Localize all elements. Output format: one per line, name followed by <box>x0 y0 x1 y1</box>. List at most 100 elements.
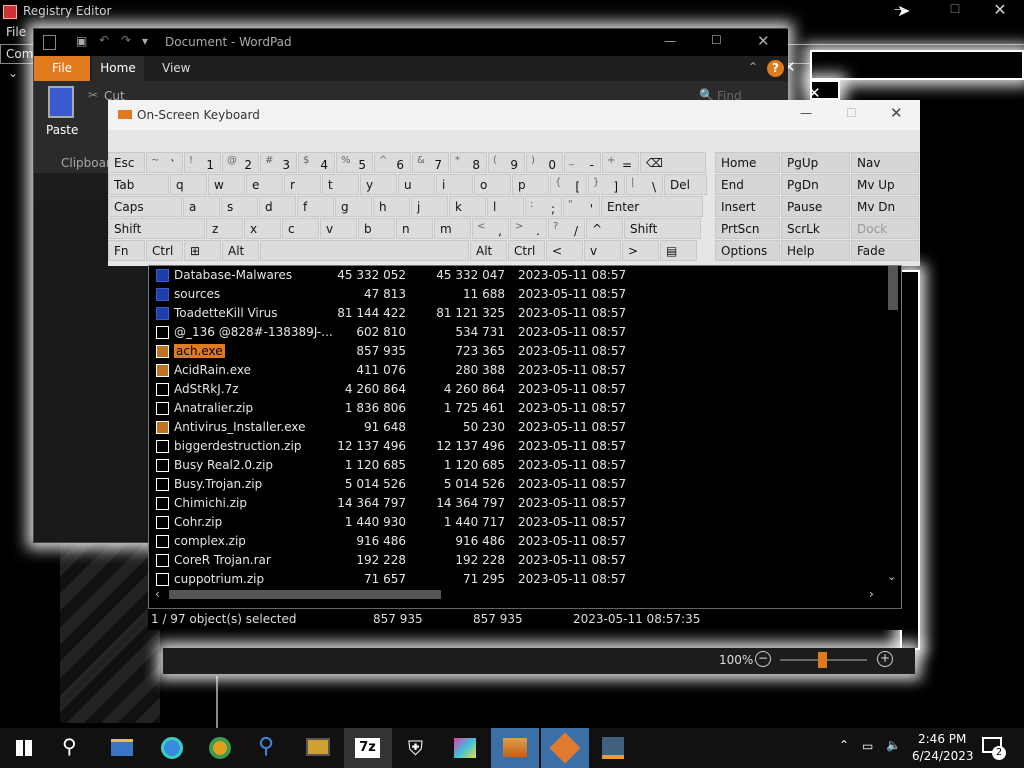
taskbar-wordpad[interactable] <box>589 728 637 768</box>
file-row[interactable]: Anatralier.zip 1 836 806 1 725 461 2023-05-… <box>149 399 885 418</box>
osk-key[interactable]: q <box>170 174 207 195</box>
scroll-down-icon[interactable]: ⌄ <box>887 570 896 583</box>
osk-key[interactable]: {[ <box>550 174 587 195</box>
osk-key[interactable] <box>260 240 469 261</box>
close-button[interactable]: ✕ <box>987 0 1013 19</box>
taskbar-paint3d[interactable] <box>441 728 489 768</box>
osk-key[interactable]: Enter <box>601 196 703 217</box>
volume-icon[interactable]: 🔈 <box>886 738 901 752</box>
osk-key[interactable]: g <box>335 196 372 217</box>
osk-key[interactable]: ! 1 <box>184 152 221 173</box>
osk-key[interactable]: Shift <box>624 218 701 239</box>
file-row[interactable]: Database-Malwares 45 332 052 45 332 047 202… <box>149 266 885 285</box>
osk-key[interactable]: Ctrl <box>146 240 183 261</box>
osk-nav-key[interactable]: End <box>715 174 780 195</box>
scroll-thumb[interactable] <box>888 266 898 310</box>
osk-key[interactable]: ▤ <box>660 240 697 261</box>
file-row[interactable]: AdStRkJ.7z 4 260 864 4 260 864 2023-05-11 0… <box>149 380 885 399</box>
taskbar-firefox[interactable] <box>148 728 196 768</box>
paste-label[interactable]: Paste <box>46 123 78 137</box>
file-row[interactable]: sources 47 813 11 688 2023-05-11 08:57 <box>149 285 885 304</box>
osk-key[interactable]: x <box>244 218 281 239</box>
taskbar-app[interactable] <box>541 728 589 768</box>
minimize-button[interactable]: — <box>800 106 812 120</box>
osk-key[interactable]: d <box>259 196 296 217</box>
osk-key[interactable]: l <box>487 196 524 217</box>
osk-key[interactable]: Alt <box>470 240 507 261</box>
osk-key[interactable]: >. <box>510 218 547 239</box>
osk-key[interactable]: Shift <box>108 218 205 239</box>
osk-nav-key[interactable]: ScrLk <box>781 218 850 239</box>
scroll-thumb[interactable] <box>169 590 441 599</box>
maximize-button[interactable]: ☐ <box>942 2 968 16</box>
zoom-out-button[interactable]: − <box>755 651 771 667</box>
osk-nav-key[interactable]: Insert <box>715 196 780 217</box>
start-button[interactable] <box>0 728 48 768</box>
osk-nav-key[interactable]: Home <box>715 152 780 173</box>
osk-key[interactable]: }] <box>588 174 625 195</box>
save-icon[interactable]: ▣ <box>76 34 87 48</box>
clock-time[interactable]: 2:46 PM <box>918 732 966 746</box>
osk-key[interactable]: y <box>360 174 397 195</box>
file-row[interactable]: Chimichi.zip 14 364 797 14 364 797 2023-05-… <box>149 494 885 513</box>
osk-key[interactable]: c <box>282 218 319 239</box>
zoom-in-button[interactable]: + <box>877 651 893 667</box>
osk-key[interactable]: k <box>449 196 486 217</box>
taskbar-security[interactable]: ⛨ <box>393 728 441 768</box>
osk-nav-key[interactable]: Options <box>715 240 780 261</box>
osk-nav-key[interactable]: Help <box>781 240 850 261</box>
close-button[interactable]: ✕ <box>890 104 903 122</box>
file-row[interactable]: biggerdestruction.zip 12 137 496 12 137 49… <box>149 437 885 456</box>
scissors-icon[interactable]: ✂ <box>88 88 98 102</box>
osk-key[interactable]: < <box>546 240 583 261</box>
minimize-button[interactable]: — <box>887 2 913 16</box>
osk-key[interactable]: & 7 <box>412 152 449 173</box>
file-row[interactable]: Antivirus_Installer.exe 91 648 50 230 2023-… <box>149 418 885 437</box>
osk-key[interactable]: ~ ` <box>146 152 183 173</box>
osk-nav-key[interactable]: Mv Dn <box>851 196 919 217</box>
taskbar-file-explorer[interactable] <box>98 728 146 768</box>
undo-icon[interactable]: ↶ <box>99 33 109 47</box>
file-row[interactable]: ach.exe 857 935 723 365 2023-05-11 08:57 <box>149 342 885 361</box>
file-row[interactable]: complex.zip 916 486 916 486 2023-05-11 08:5… <box>149 532 885 551</box>
file-row[interactable]: @_136 @828#-138389J-... 602 810 534 731 202… <box>149 323 885 342</box>
osk-key[interactable]: $4 <box>298 152 335 173</box>
osk-key[interactable]: <, <box>472 218 509 239</box>
osk-key[interactable]: * 8 <box>450 152 487 173</box>
close-button[interactable]: ✕ <box>757 32 770 50</box>
osk-key[interactable]: v <box>320 218 357 239</box>
scroll-right-icon[interactable]: › <box>869 587 874 601</box>
osk-key[interactable]: | \ <box>626 174 663 195</box>
osk-key[interactable]: r <box>284 174 321 195</box>
scroll-left-icon[interactable]: ‹ <box>155 587 160 601</box>
osk-key[interactable]: Fn <box>108 240 145 261</box>
osk-key[interactable]: _ - <box>564 152 601 173</box>
osk-key[interactable]: f <box>297 196 334 217</box>
osk-key[interactable]: > <box>622 240 659 261</box>
tree-chevron-icon[interactable]: ⌄ <box>8 66 18 80</box>
clock-date[interactable]: 6/24/2023 <box>912 749 974 763</box>
osk-key[interactable]: o <box>474 174 511 195</box>
minimize-button[interactable]: — <box>664 34 676 48</box>
horizontal-scrollbar[interactable]: ‹ › <box>149 586 882 604</box>
osk-key[interactable]: h <box>373 196 410 217</box>
chevron-up-icon[interactable]: ⌃ <box>839 738 849 752</box>
taskbar-photos[interactable] <box>491 728 539 768</box>
file-row[interactable]: AcidRain.exe 411 076 280 388 2023-05-11 08:… <box>149 361 885 380</box>
osk-nav-key[interactable]: PgDn <box>781 174 850 195</box>
tab-view[interactable]: View <box>162 56 202 81</box>
osk-key[interactable]: u <box>398 174 435 195</box>
paste-icon[interactable] <box>48 86 74 118</box>
vertical-scrollbar[interactable]: ⌄ <box>885 266 901 588</box>
tab-home[interactable]: Home <box>92 56 144 81</box>
osk-key[interactable]: z <box>206 218 243 239</box>
osk-nav-key[interactable]: PrtScn <box>715 218 780 239</box>
osk-key[interactable]: w <box>208 174 245 195</box>
osk-key[interactable]: @2 <box>222 152 259 173</box>
maximize-button[interactable]: ☐ <box>846 106 857 120</box>
osk-key[interactable]: b <box>358 218 395 239</box>
osk-key[interactable]: e <box>246 174 283 195</box>
search-button[interactable]: ⚲ <box>48 728 96 768</box>
osk-key[interactable]: (9 <box>488 152 525 173</box>
taskbar-7zip[interactable]: 7z <box>344 728 392 768</box>
